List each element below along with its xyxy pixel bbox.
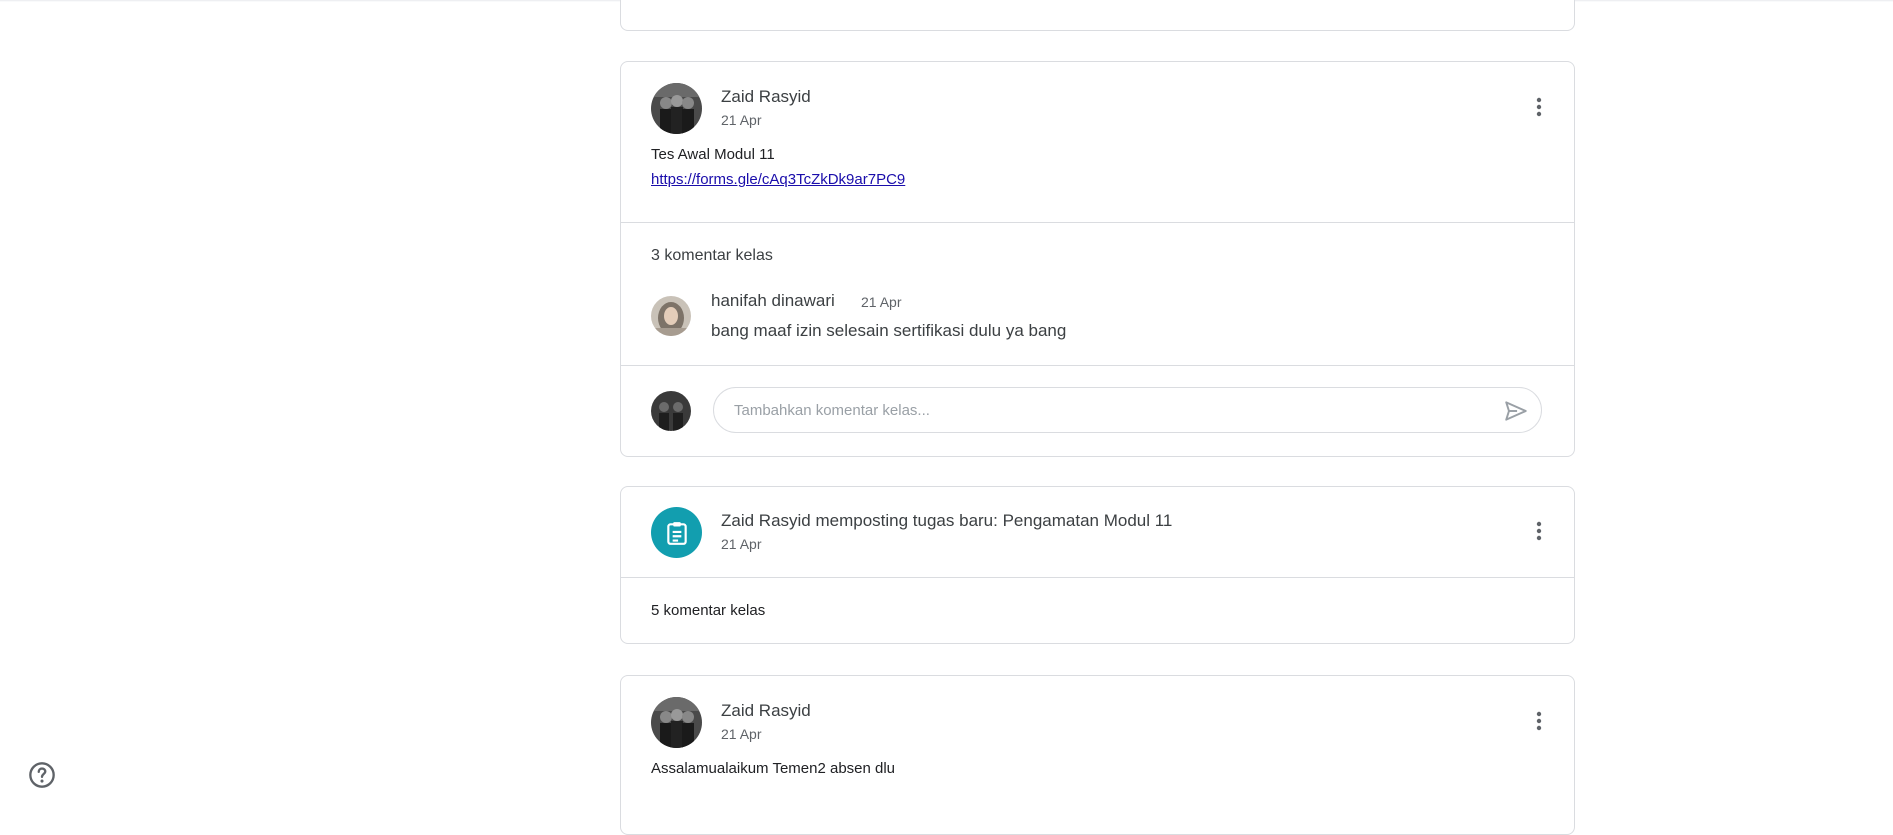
help-icon [29,762,55,788]
author-name: Zaid Rasyid [721,701,811,720]
class-comments-count[interactable]: 5 komentar kelas [651,602,765,619]
divider [621,222,1574,223]
assignment-card[interactable]: Zaid Rasyid memposting tugas baru: Penga… [620,486,1575,644]
assignment-icon-badge [651,507,702,558]
author-avatar[interactable] [651,697,702,748]
post-body: Tes Awal Modul 11 [651,146,775,163]
author-avatar[interactable] [651,83,702,134]
assignment-icon [666,521,687,545]
divider [621,365,1574,366]
more-vert-icon [1536,97,1542,117]
post-date: 21 Apr [721,726,762,742]
announcement-card: Zaid Rasyid 21 Apr Assalamualaikum Temen… [620,675,1575,835]
more-vert-icon [1536,711,1542,731]
previous-post-card [620,0,1575,31]
current-user-avatar [651,391,691,431]
post-body: Assalamualaikum Temen2 absen dlu [651,760,896,777]
commenter-avatar [651,296,691,336]
post-link[interactable]: https://forms.gle/cAq3TcZkDk9ar7PC9 [651,171,905,188]
assignment-date: 21 Apr [721,536,762,552]
add-class-comment-input[interactable] [713,387,1542,433]
help-button[interactable] [28,761,56,789]
commenter-name: hanifah dinawari [711,291,835,310]
divider [621,577,1574,578]
send-icon[interactable] [1503,398,1529,424]
more-vert-icon [1536,521,1542,541]
announcement-card: Zaid Rasyid 21 Apr Tes Awal Modul 11 htt… [620,61,1575,457]
assignment-title[interactable]: Zaid Rasyid memposting tugas baru: Penga… [721,511,1172,531]
more-options-button[interactable] [1521,513,1557,549]
more-options-button[interactable] [1521,89,1557,125]
comment-field[interactable] [714,400,1541,420]
more-options-button[interactable] [1521,703,1557,739]
author-name: Zaid Rasyid [721,87,811,106]
class-comments-count[interactable]: 3 komentar kelas [651,247,773,265]
post-date: 21 Apr [721,112,762,128]
comment-date: 21 Apr [861,294,902,310]
comment-text: bang maaf izin selesain sertifikasi dulu… [711,321,1067,340]
